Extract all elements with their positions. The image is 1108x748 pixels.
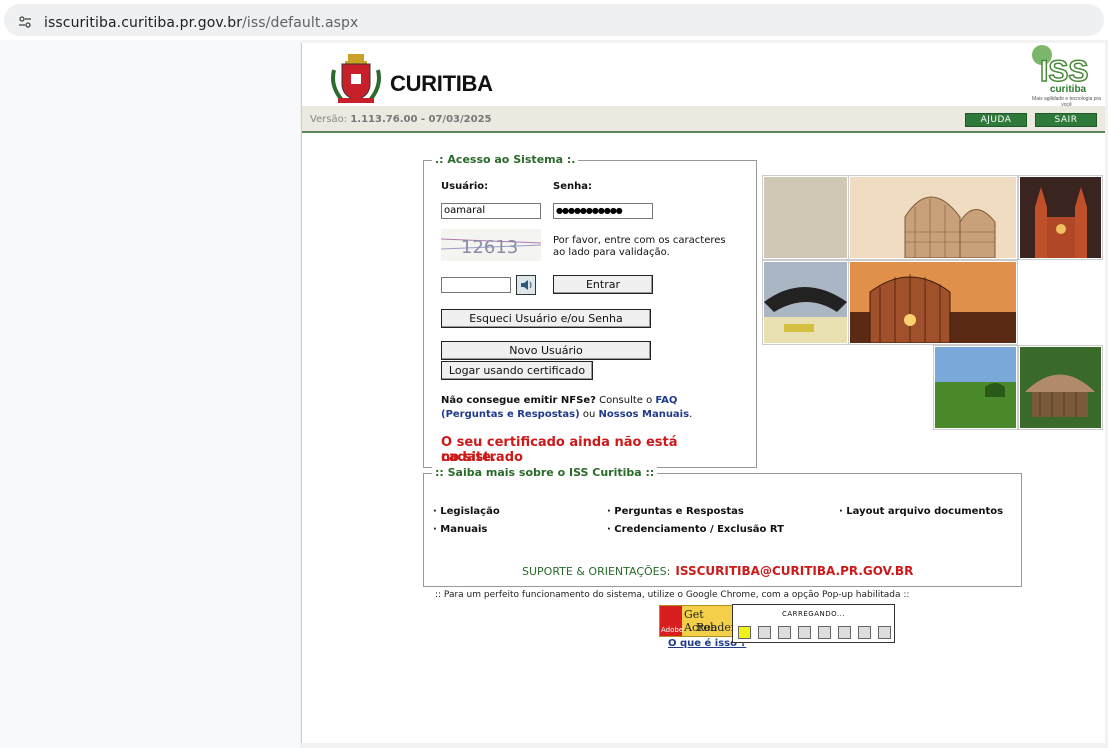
support-line: SUPORTE & ORIENTAÇÕES: ISSCURITIBA@CURIT…	[522, 560, 913, 579]
captcha-hint-2: ao lado para validação.	[553, 247, 670, 258]
login-legend: .: Acesso ao Sistema :.	[432, 153, 579, 166]
collage-tile-beige	[762, 175, 849, 260]
faq-link[interactable]: FAQ	[655, 395, 677, 406]
exit-button[interactable]: SAIR	[1035, 113, 1097, 127]
opera-wire-photo	[762, 260, 849, 345]
curitiba-crest-icon	[331, 54, 381, 103]
info-fieldset: :: Saiba mais sobre o ISS Curitiba :: · …	[423, 466, 1022, 587]
browser-note: :: Para um perfeito funcionamento do sis…	[435, 590, 910, 600]
park-photo	[933, 345, 1018, 430]
loading-square	[858, 626, 871, 639]
wire-opera-house-photo	[1018, 345, 1103, 430]
loading-square	[758, 626, 771, 639]
password-input[interactable]: ●●●●●●●●●●●	[553, 203, 653, 219]
site-settings-icon[interactable]	[18, 15, 32, 29]
loading-square-active	[738, 626, 751, 639]
captcha-text: 12613	[461, 237, 518, 258]
info-legend: :: Saiba mais sobre o ISS Curitiba ::	[432, 466, 658, 479]
support-email[interactable]: ISSCURITIBA@CURITIBA.PR.GOV.BR	[675, 564, 913, 578]
loading-popup: CARREGANDO...	[732, 604, 895, 643]
audio-captcha-button[interactable]	[516, 275, 536, 295]
acrobat-line-2: Reader	[696, 621, 737, 634]
captcha-image: 12613	[441, 229, 541, 261]
password-label: Senha:	[553, 181, 592, 192]
faq-link-2[interactable]: (Perguntas e Respostas)	[441, 409, 580, 420]
acrobat-badge[interactable]: Adobe Get Acrob Reader	[659, 605, 737, 637]
support-label: SUPORTE & ORIENTAÇÕES:	[522, 565, 671, 578]
login-fieldset: .: Acesso ao Sistema :. Usuário: Senha: …	[423, 153, 757, 468]
blank-left-area	[0, 40, 300, 748]
version-text: Versão: 1.113.76.00 - 07/03/2025	[310, 114, 492, 125]
help-text: Não consegue emitir NFSe? Consulte o FAQ	[441, 395, 678, 406]
iss-page: CURITIBA ISS curitiba Mais agilidade e t…	[301, 43, 1105, 743]
speaker-icon	[521, 280, 532, 290]
captcha-input[interactable]	[441, 277, 511, 293]
user-label: Usuário:	[441, 181, 489, 192]
loading-square	[818, 626, 831, 639]
loading-title: CARREGANDO...	[781, 610, 846, 618]
accreditation-link[interactable]: · Credenciamento / Exclusão RT	[607, 524, 784, 535]
adobe-brand: Adobe	[661, 626, 684, 634]
file-layout-link[interactable]: · Layout arquivo documentos	[839, 506, 1003, 517]
faq-info-link[interactable]: · Perguntas e Respostas	[607, 506, 744, 517]
enter-button[interactable]: Entrar	[553, 275, 653, 294]
browser-address-bar: isscuritiba.curitiba.pr.gov.br/iss/defau…	[0, 0, 1108, 40]
new-user-button[interactable]: Novo Usuário	[441, 341, 651, 360]
loading-square	[778, 626, 791, 639]
loading-square	[798, 626, 811, 639]
botanical-garden-photo	[848, 175, 1018, 260]
help-button[interactable]: AJUDA	[965, 113, 1027, 127]
greenhouse-sunset-photo	[848, 260, 1018, 345]
manuals-info-link[interactable]: · Manuais	[433, 524, 487, 535]
certificate-login-button[interactable]: Logar usando certificado	[441, 361, 593, 380]
loading-square	[838, 626, 851, 639]
version-bar: Versão: 1.113.76.00 - 07/03/2025 AJUDA S…	[302, 106, 1105, 133]
help-text-2: (Perguntas e Respostas) ou Nossos Manuai…	[441, 409, 693, 420]
page-header: CURITIBA ISS curitiba Mais agilidade e t…	[302, 43, 1105, 108]
url-field[interactable]: isscuritiba.curitiba.pr.gov.br/iss/defau…	[4, 4, 1104, 36]
forgot-password-button[interactable]: Esqueci Usuário e/ou Senha	[441, 309, 651, 328]
user-input[interactable]: oamaral	[441, 203, 541, 219]
error-message-2: no site.	[441, 450, 496, 465]
captcha-hint-1: Por favor, entre com os caracteres	[553, 235, 726, 246]
loading-square	[878, 626, 891, 639]
cathedral-photo	[1018, 175, 1103, 260]
city-name: CURITIBA	[390, 71, 493, 96]
legislation-link[interactable]: · Legislação	[433, 506, 500, 517]
url-text[interactable]: isscuritiba.curitiba.pr.gov.br/iss/defau…	[44, 15, 358, 31]
manuals-link[interactable]: Nossos Manuais	[599, 409, 690, 420]
svg-text:curitiba: curitiba	[1050, 84, 1087, 95]
